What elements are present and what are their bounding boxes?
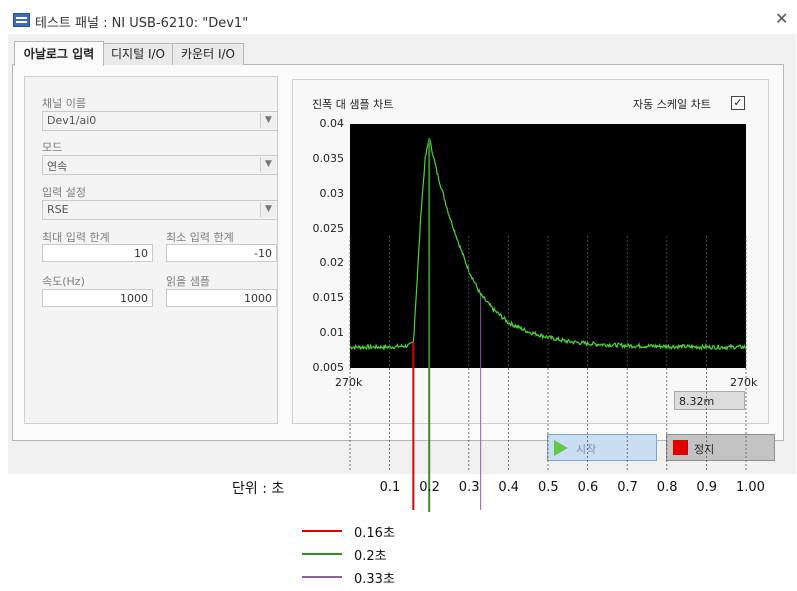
autoscale-label: 자동 스케일 차트 bbox=[633, 98, 711, 111]
seconds-tick-label: 0.6 bbox=[577, 480, 599, 495]
max-limit-label: 최대 입력 한계 bbox=[42, 231, 110, 244]
mode-value: 연속 bbox=[47, 160, 68, 173]
chevron-down-icon[interactable]: ▼ bbox=[260, 157, 276, 172]
y-tick-label: 0.02 bbox=[319, 256, 345, 270]
stop-button[interactable]: 정지 bbox=[666, 434, 775, 461]
channel-name-select[interactable]: Dev1/ai0 ▼ bbox=[42, 111, 278, 131]
seconds-tick-label: 0.2 bbox=[419, 480, 440, 495]
max-limit-input[interactable]: 10 bbox=[42, 244, 153, 262]
min-limit-label: 최소 입력 한계 bbox=[166, 231, 234, 244]
start-button-label: 시작 bbox=[576, 443, 597, 456]
play-icon bbox=[554, 440, 568, 456]
y-tick-label: 0.04 bbox=[319, 117, 345, 130]
chevron-down-icon[interactable]: ▼ bbox=[260, 202, 276, 217]
mode-select[interactable]: 연속 ▼ bbox=[42, 155, 278, 175]
rate-input[interactable]: 1000 bbox=[42, 289, 153, 307]
y-tick-label: 0.03 bbox=[319, 186, 345, 200]
legend-label-green: 0.2초 bbox=[354, 549, 387, 564]
amplitude-plot bbox=[350, 124, 746, 368]
channel-name-label: 채널 이름 bbox=[42, 97, 86, 110]
annotation-legend-swatches bbox=[302, 530, 342, 578]
tab-analog-input[interactable]: 아날로그 입력 bbox=[14, 41, 104, 66]
channel-name-value: Dev1/ai0 bbox=[47, 114, 97, 127]
chevron-down-icon[interactable]: ▼ bbox=[260, 113, 276, 128]
seconds-tick-label: 0.4 bbox=[498, 480, 520, 495]
seconds-tick-label: 0.9 bbox=[696, 480, 718, 495]
title-bar: 테스트 패널 : NI USB-6210: "Dev1" ✕ bbox=[8, 4, 796, 34]
tab-counter-io[interactable]: 카운터 I/O bbox=[172, 43, 244, 65]
input-config-label: 입력 설정 bbox=[42, 186, 86, 199]
min-limit-input[interactable]: -10 bbox=[166, 244, 277, 262]
x-axis-min-label: 270k bbox=[335, 376, 363, 389]
start-button[interactable]: 시작 bbox=[547, 434, 657, 461]
autoscale-checkbox[interactable]: ✓ bbox=[731, 96, 745, 110]
y-tick-label: 0.035 bbox=[312, 151, 345, 165]
chart-title: 진폭 대 샘플 차트 bbox=[312, 98, 394, 111]
rate-label: 속도(Hz) bbox=[42, 275, 85, 288]
seconds-tick-label: 0.1 bbox=[379, 480, 401, 495]
app-icon bbox=[13, 13, 30, 27]
seconds-tick-label: 0.3 bbox=[458, 480, 480, 495]
seconds-tick-label: 0.7 bbox=[617, 480, 638, 495]
samples-input[interactable]: 1000 bbox=[166, 289, 277, 307]
samples-label: 읽을 샘플 bbox=[166, 275, 210, 288]
y-tick-label: 0.005 bbox=[312, 361, 345, 374]
y-tick-label: 0.01 bbox=[319, 326, 345, 340]
y-tick-label: 0.015 bbox=[312, 291, 345, 305]
unit-label: 단위 : 초 bbox=[232, 481, 285, 497]
x-readout: 8.32m bbox=[674, 391, 745, 410]
input-config-select[interactable]: RSE ▼ bbox=[42, 200, 278, 220]
mode-label: 모드 bbox=[42, 141, 63, 154]
stop-button-label: 정지 bbox=[694, 443, 715, 456]
seconds-tick-label: 0.5 bbox=[538, 480, 559, 495]
plot-background bbox=[350, 124, 746, 368]
seconds-tick-label: 1.00 bbox=[736, 480, 765, 495]
y-tick-label: 0.025 bbox=[312, 221, 345, 235]
close-icon[interactable]: ✕ bbox=[775, 9, 788, 28]
tab-digital-io[interactable]: 디지털 I/O bbox=[103, 43, 173, 65]
seconds-tick-label: 0.8 bbox=[656, 480, 678, 495]
input-config-value: RSE bbox=[47, 203, 69, 216]
legend-label-red: 0.16초 bbox=[354, 526, 395, 541]
stop-icon bbox=[673, 440, 688, 455]
x-axis-max-label: 270k bbox=[730, 376, 758, 389]
window-title: 테스트 패널 : NI USB-6210: "Dev1" bbox=[35, 16, 249, 31]
legend-label-purple: 0.33초 bbox=[354, 572, 395, 587]
